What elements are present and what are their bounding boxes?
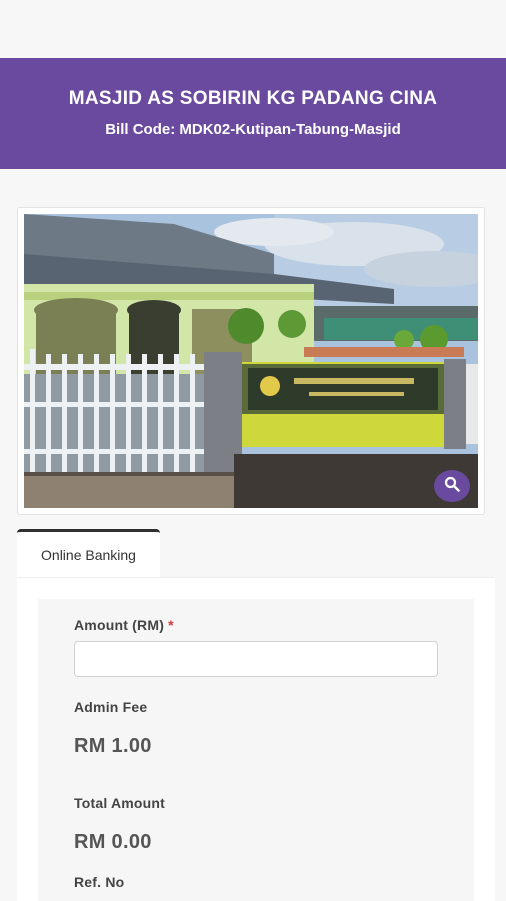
total-amount-label: Total Amount xyxy=(74,795,166,811)
required-mark: * xyxy=(168,617,174,633)
form-fields: Amount (RM) * Admin Fee RM 1.00 Total Am… xyxy=(17,577,495,900)
ref-no-label: Ref. No xyxy=(74,874,125,890)
tab-online-banking[interactable]: Online Banking xyxy=(17,529,160,577)
zoom-button[interactable] xyxy=(434,470,470,502)
bill-code: Bill Code: MDK02-Kutipan-Tabung-Masjid xyxy=(105,121,401,138)
magnifier-icon xyxy=(444,476,460,497)
photo-card xyxy=(17,207,485,515)
mosque-photo[interactable] xyxy=(24,214,478,508)
total-amount-value: RM 0.00 xyxy=(74,831,152,853)
admin-fee-label: Admin Fee xyxy=(74,699,148,715)
page-header: MASJID AS SOBIRIN KG PADANG CINA Bill Co… xyxy=(0,58,506,169)
amount-label-text: Amount (RM) xyxy=(74,617,165,633)
amount-label: Amount (RM) * xyxy=(74,617,174,633)
organization-title: MASJID AS SOBIRIN KG PADANG CINA xyxy=(68,88,438,109)
admin-fee-value: RM 1.00 xyxy=(74,735,152,757)
amount-input[interactable] xyxy=(74,641,438,677)
